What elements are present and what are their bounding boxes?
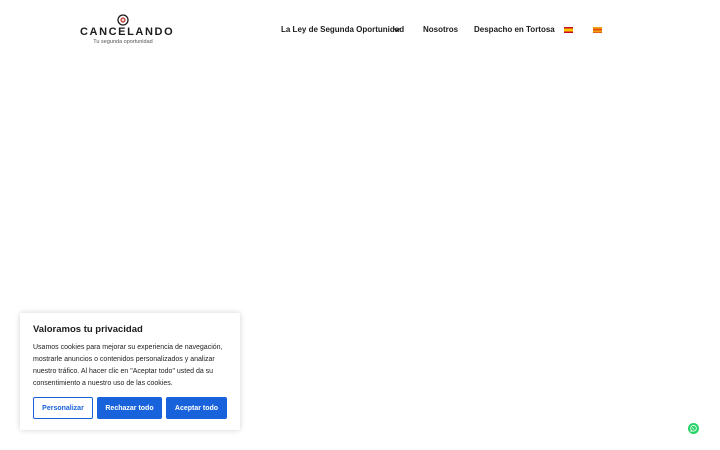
catalan-flag-icon[interactable] <box>593 27 602 33</box>
cookie-consent-banner: Valoramos tu privacidad Usamos cookies p… <box>20 313 240 430</box>
cookie-title: Valoramos tu privacidad <box>33 324 143 335</box>
logo-tagline: Tu segunda oportunidad <box>93 39 153 45</box>
site-header: CANCELANDO Tu segunda oportunidad La Ley… <box>0 0 720 60</box>
whatsapp-icon <box>690 425 697 433</box>
logo-mark-icon <box>117 14 129 26</box>
whatsapp-button[interactable] <box>688 423 699 434</box>
spanish-flag-icon[interactable] <box>564 27 573 33</box>
nav-item-ley-segunda-oportunidad[interactable]: La Ley de Segunda Oportunidad <box>281 23 404 37</box>
chevron-down-icon[interactable] <box>392 23 402 37</box>
reject-all-button[interactable]: Rechazar todo <box>97 397 162 419</box>
cookie-description: Usamos cookies para mejorar su experienc… <box>33 344 223 387</box>
customize-button[interactable]: Personalizar <box>33 397 93 419</box>
site-logo[interactable]: CANCELANDO Tu segunda oportunidad <box>80 14 175 48</box>
logo-brand: CANCELANDO <box>80 26 175 38</box>
nav-item-despacho-tortosa[interactable]: Despacho en Tortosa <box>474 23 555 37</box>
accept-all-button[interactable]: Aceptar todo <box>166 397 227 419</box>
nav-item-nosotros[interactable]: Nosotros <box>423 23 458 37</box>
